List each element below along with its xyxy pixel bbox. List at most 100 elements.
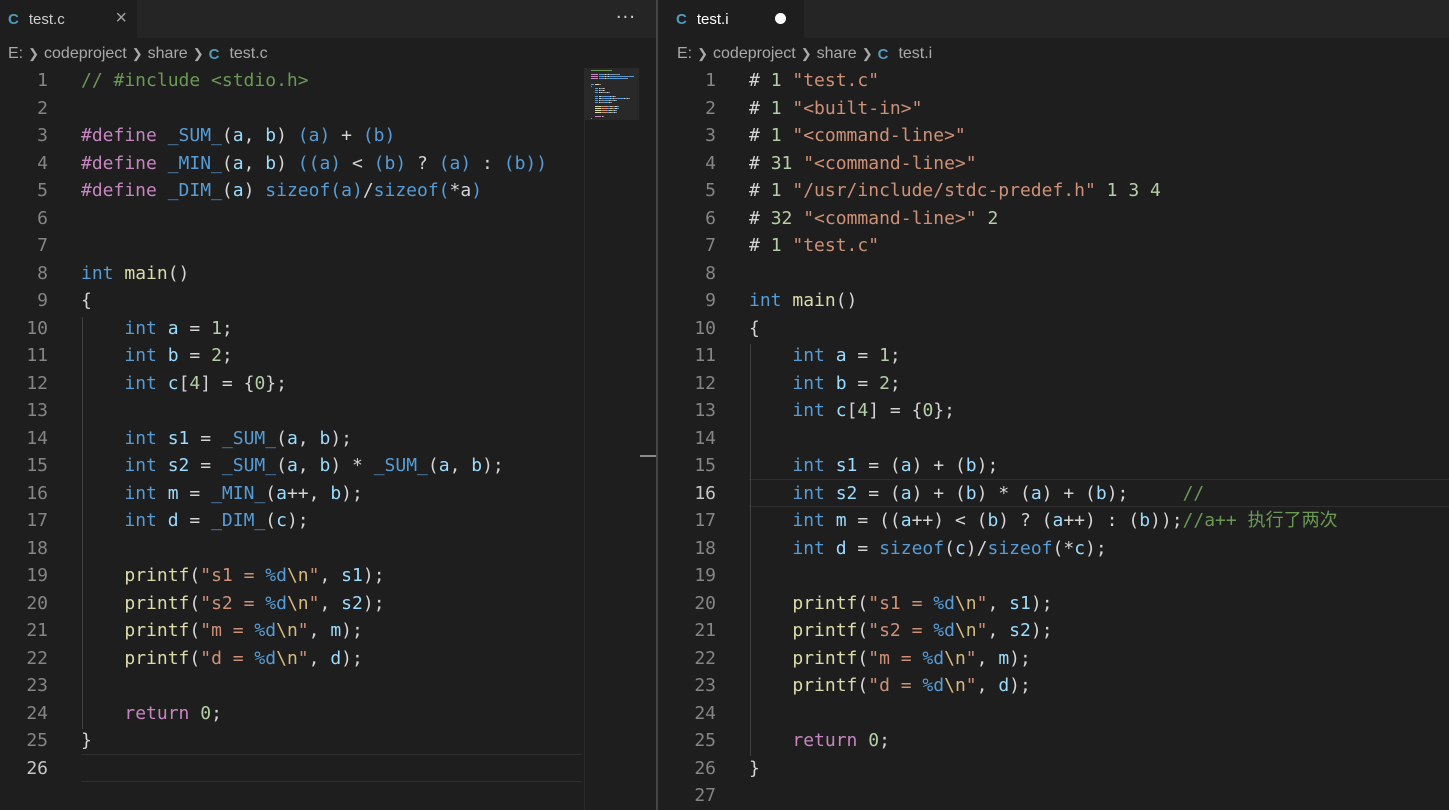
code-token: ,: [297, 455, 320, 476]
breadcrumb-folder[interactable]: codeproject: [713, 45, 796, 63]
minimap-token: [630, 76, 634, 77]
code-token: int: [792, 455, 825, 476]
line-number: 19: [26, 565, 48, 586]
line-text: printf("s1 = %d\n", s1);: [81, 562, 385, 590]
more-actions-icon[interactable]: ···: [616, 7, 636, 28]
breadcrumb-drive[interactable]: E:: [8, 45, 23, 63]
right-editor-pane[interactable]: C test.i E: ❯ codeproject ❯ share ❯ C te…: [658, 0, 1449, 810]
line-text: }: [81, 727, 92, 755]
code-token: _MIN_: [167, 152, 222, 174]
code-token: (: [944, 537, 955, 559]
code-token: 2: [211, 345, 222, 366]
code-token: return: [792, 730, 858, 751]
code-token: ;: [879, 730, 890, 751]
code-token: \n: [286, 565, 309, 586]
line-text: # 1 "/usr/include/stdc-predef.h" 1 3 4: [749, 177, 1161, 205]
code-token: main: [124, 262, 168, 284]
line-number: 10: [26, 317, 48, 339]
breadcrumb-file[interactable]: test.c: [229, 45, 267, 63]
code-token: ++) < (: [911, 510, 988, 531]
line-text: printf("m = %d\n", m);: [749, 645, 1031, 673]
unsaved-dot-icon[interactable]: [775, 13, 786, 24]
code-token: _SUM_: [221, 455, 277, 476]
code-token: );: [341, 647, 363, 669]
minimap-token: [591, 84, 594, 85]
minimap-token: [614, 96, 616, 97]
line-number: 15: [26, 455, 48, 476]
line-text: int b = 2;: [749, 370, 900, 398]
code-token: "m =: [200, 620, 255, 641]
code-token: #define: [81, 125, 157, 146]
code-token: printf: [792, 620, 858, 641]
code-token: b: [319, 427, 331, 449]
code-token: int: [124, 427, 157, 449]
code-token: b: [1095, 482, 1107, 504]
code-token: );: [1085, 537, 1107, 559]
line-text: #define _DIM_(a) sizeof(a)/sizeof(*a): [81, 177, 482, 205]
breadcrumb-folder[interactable]: codeproject: [44, 45, 127, 63]
code-token: ) *: [330, 455, 374, 476]
breadcrumb: E: ❯ codeproject ❯ share ❯ C test.c: [0, 40, 268, 68]
code-token: );: [362, 565, 385, 586]
line-text: int s1 = (a) + (b);: [749, 452, 998, 480]
code-token: (b): [362, 125, 396, 146]
code-token: 0: [254, 372, 266, 394]
minimap-token: [627, 78, 628, 79]
breadcrumb-file[interactable]: test.i: [898, 45, 932, 63]
breadcrumb-folder[interactable]: share: [148, 45, 188, 63]
tab-test-c[interactable]: C test.c ×: [0, 0, 137, 38]
line-text: # 32 "<command-line>" 2: [749, 205, 998, 233]
breadcrumb-folder[interactable]: share: [817, 45, 857, 63]
line-text: # 1 "test.c": [749, 232, 879, 260]
code-token: %d: [933, 620, 955, 641]
line-text: int d = sizeof(c)/sizeof(*c);: [749, 535, 1107, 563]
code-token: c: [954, 537, 966, 559]
close-icon[interactable]: ×: [115, 8, 127, 28]
code-token: ": [308, 592, 320, 614]
code-token: ": [976, 592, 988, 614]
code-token: (: [189, 620, 201, 641]
line-number: 21: [26, 620, 48, 641]
code-token: [: [846, 400, 858, 421]
scrollbar-marker[interactable]: [640, 455, 656, 457]
code-token: 1: [770, 235, 782, 256]
code-token: );: [976, 455, 999, 476]
c-file-icon: C: [208, 45, 220, 63]
code-token: sizeof(a): [265, 180, 363, 201]
minimap[interactable]: [584, 68, 656, 810]
line-number: 6: [37, 207, 48, 229]
code-token: (*: [1052, 537, 1075, 559]
code-token: #: [749, 125, 771, 146]
code-token: ,: [976, 675, 999, 696]
code-token: int: [749, 290, 782, 311]
left-editor-pane[interactable]: C test.c × ··· E: ❯ codeproject ❯ share …: [0, 0, 656, 810]
code-token: a: [900, 455, 912, 476]
tab-test-i[interactable]: C test.i: [658, 0, 804, 38]
minimap-token: [595, 96, 598, 97]
breadcrumb-drive[interactable]: E:: [677, 45, 692, 63]
code-token: a: [438, 455, 450, 476]
line-number: 5: [705, 180, 716, 201]
code-token: a: [167, 317, 179, 339]
code-token: a: [286, 455, 298, 476]
code-token: = ((: [846, 510, 901, 531]
code-token: (): [835, 290, 858, 311]
code-token: _SUM_: [373, 455, 428, 476]
code-token: ++) : (: [1063, 510, 1140, 531]
code-token: ): [276, 152, 298, 174]
